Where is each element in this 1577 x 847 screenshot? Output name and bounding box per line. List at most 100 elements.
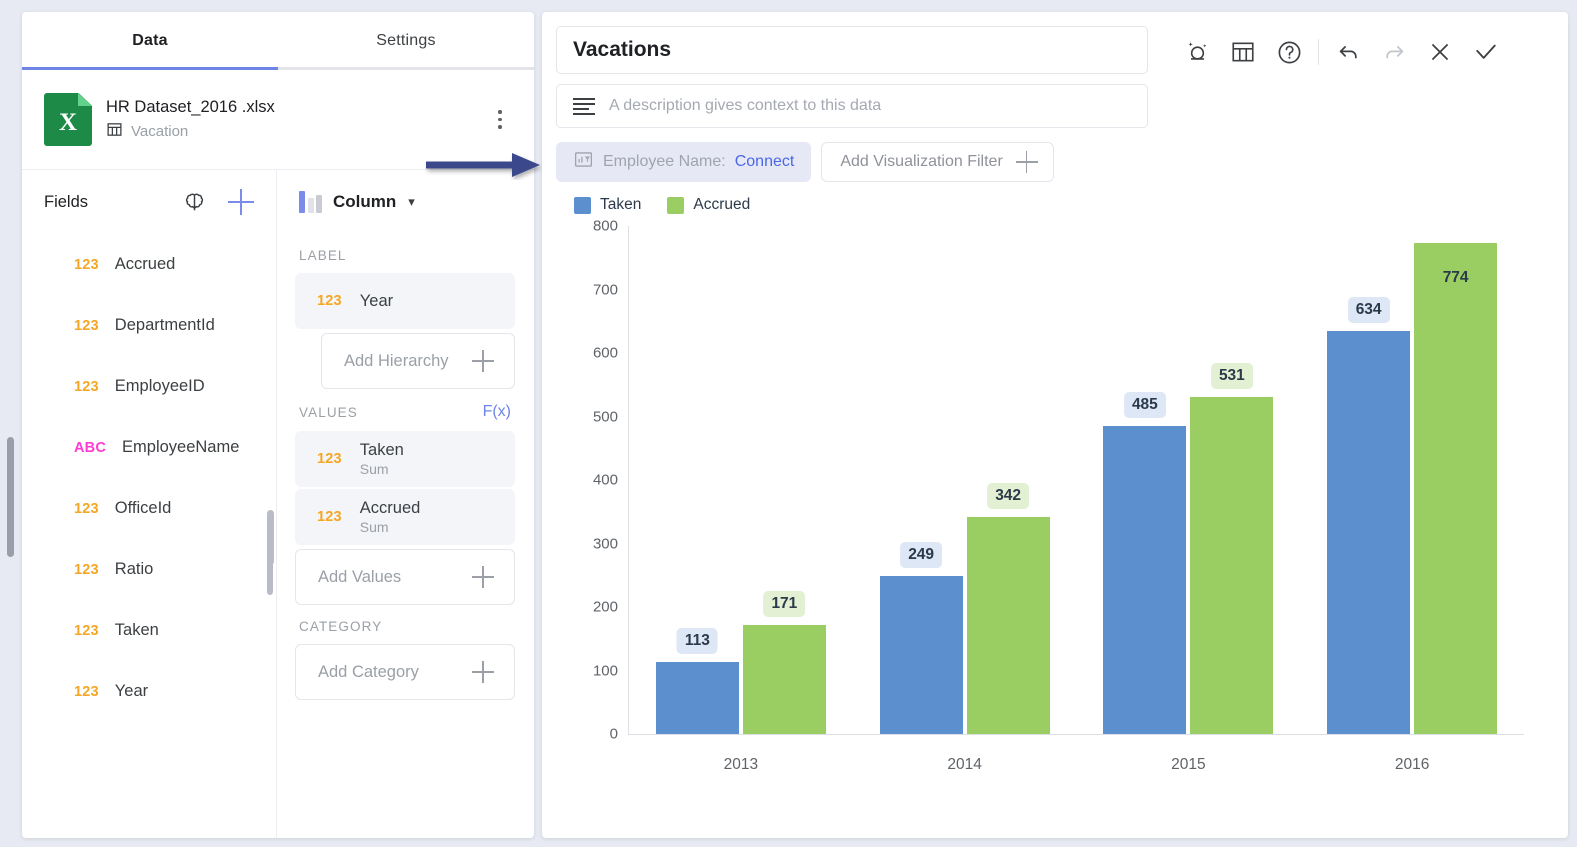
bar-value-label: 485 [1123, 392, 1166, 419]
y-axis: 800 700 600 500 400 300 200 100 0 [574, 218, 628, 743]
panel-lower-split: Fields 123 Accrued 123 DepartmentId 123 … [22, 170, 534, 838]
x-axis-tick: 2013 [723, 756, 759, 773]
filter-connect-link[interactable]: Connect [735, 153, 795, 171]
visualization-filter-employee-name[interactable]: Employee Name: Connect [556, 142, 812, 182]
field-label: EmployeeID [114, 377, 205, 395]
field-item-employeeid[interactable]: 123 EmployeeID [22, 356, 276, 417]
add-values-button[interactable]: Add Values [295, 549, 515, 605]
fields-title: Fields [44, 192, 89, 211]
data-table-icon[interactable] [1220, 32, 1266, 72]
bar-rect [742, 625, 826, 734]
plus-icon [1015, 151, 1038, 173]
label-field-year[interactable]: 123 Year [295, 273, 515, 329]
field-type-badge: 123 [317, 509, 342, 525]
field-item-departmentid[interactable]: 123 DepartmentId [22, 295, 276, 356]
redo-icon[interactable] [1371, 32, 1417, 72]
field-label: Ratio [114, 560, 154, 578]
plus-icon [472, 350, 494, 372]
legend-item-taken[interactable]: Taken [574, 196, 641, 214]
add-field-icon[interactable] [228, 189, 254, 215]
dataset-sheet: Vacation [106, 121, 275, 142]
bar[interactable]: 171 [742, 591, 826, 734]
y-axis-tick: 600 [592, 344, 618, 362]
y-axis-tick: 400 [592, 471, 618, 489]
fields-column: Fields 123 Accrued 123 DepartmentId 123 … [22, 170, 277, 838]
tab-data[interactable]: Data [22, 12, 278, 70]
field-label: Accrued [359, 499, 421, 517]
bar[interactable]: 634 [1327, 297, 1411, 734]
field-type-badge: 123 [74, 500, 99, 517]
page-scrollbar-track[interactable] [0, 0, 22, 847]
tab-settings[interactable]: Settings [278, 12, 534, 70]
bar[interactable]: 113 [655, 628, 739, 734]
legend-item-accrued[interactable]: Accrued [667, 196, 750, 214]
field-item-year[interactable]: 123 Year [22, 661, 276, 722]
field-item-accrued[interactable]: 123 Accrued [22, 234, 276, 295]
legend-swatch [574, 196, 591, 214]
category-section-title: CATEGORY [299, 619, 383, 634]
legend-swatch [667, 196, 685, 214]
bar[interactable]: 342 [966, 482, 1050, 734]
filter-field-label: Employee Name: [603, 153, 726, 170]
bar-rect [966, 516, 1050, 734]
undo-icon[interactable] [1325, 32, 1371, 72]
y-axis-tick: 800 [592, 217, 618, 235]
value-field-taken[interactable]: 123 Taken Sum [295, 431, 515, 487]
field-item-taken[interactable]: 123 Taken [22, 600, 276, 661]
y-axis-tick: 500 [592, 408, 618, 425]
visualization-title-value: Vacations [573, 38, 672, 61]
bar-group: 485 531 [1077, 226, 1301, 734]
help-icon[interactable] [1266, 32, 1312, 72]
y-axis-tick: 700 [592, 281, 618, 298]
brain-icon[interactable] [180, 188, 208, 216]
formula-button[interactable]: F(x) [483, 403, 511, 421]
visualization-title-input[interactable]: Vacations [556, 26, 1148, 74]
bar[interactable]: 774 [1414, 242, 1498, 734]
y-axis-tick: 0 [609, 725, 618, 743]
bar-value-label: 113 [676, 628, 718, 655]
dataset-row[interactable]: X HR Dataset_2016 .xlsx Vacation [22, 70, 534, 170]
add-filter-label: Add Visualization Filter [840, 153, 1003, 170]
label-section-header: LABEL [295, 248, 515, 263]
field-label: Taken [114, 621, 159, 639]
toolbar-divider [1318, 39, 1319, 65]
chart-container: Taken Accrued 800 700 600 500 400 300 200 100 0 … [542, 196, 1568, 816]
config-scrollbar-thumb[interactable] [267, 540, 273, 595]
field-type-badge: 123 [74, 683, 99, 700]
add-hierarchy-label: Add Hierarchy [344, 351, 449, 370]
add-hierarchy-button[interactable]: Add Hierarchy [321, 333, 515, 389]
field-item-officeid[interactable]: 123 OfficeId [22, 478, 276, 539]
close-icon[interactable] [1417, 32, 1463, 72]
bar-rect [1414, 242, 1498, 734]
dataset-name: HR Dataset_2016 .xlsx [106, 97, 275, 116]
add-visualization-filter-button[interactable]: Add Visualization Filter [821, 142, 1054, 182]
column-chart-icon [299, 191, 322, 213]
field-label: Accrued [114, 255, 176, 273]
bar[interactable]: 485 [1103, 392, 1187, 734]
ai-insights-icon[interactable] [1174, 32, 1220, 72]
description-input[interactable]: A description gives context to this data [556, 84, 1148, 128]
apply-check-icon[interactable] [1463, 32, 1509, 72]
excel-file-icon: X [44, 93, 92, 146]
visualization-type-label: Column [333, 192, 397, 211]
y-axis-tick: 200 [592, 598, 618, 616]
kebab-menu-icon[interactable] [490, 108, 510, 132]
bar[interactable]: 531 [1190, 362, 1274, 734]
field-type-badge: 123 [74, 561, 99, 578]
value-field-accrued[interactable]: 123 Accrued Sum [295, 489, 515, 545]
field-item-ratio[interactable]: 123 Ratio [22, 539, 276, 600]
add-category-button[interactable]: Add Category [295, 644, 515, 700]
field-label: Taken [359, 441, 404, 459]
chart-legend: Taken Accrued [542, 196, 1568, 214]
page-scrollbar-thumb[interactable] [7, 437, 14, 557]
bar-rect [1103, 426, 1187, 734]
x-axis: 2013 2014 2015 2016 [629, 738, 1524, 774]
field-type-badge: 123 [74, 256, 99, 273]
legend-label: Accrued [693, 196, 751, 213]
visualization-type-selector[interactable]: Column ▾ [295, 170, 515, 234]
bar[interactable]: 249 [879, 541, 963, 734]
field-label: DepartmentId [114, 316, 215, 334]
field-aggregation: Sum [359, 461, 389, 477]
field-item-employeename[interactable]: ABC EmployeeName [22, 417, 276, 478]
plus-icon [472, 661, 494, 683]
